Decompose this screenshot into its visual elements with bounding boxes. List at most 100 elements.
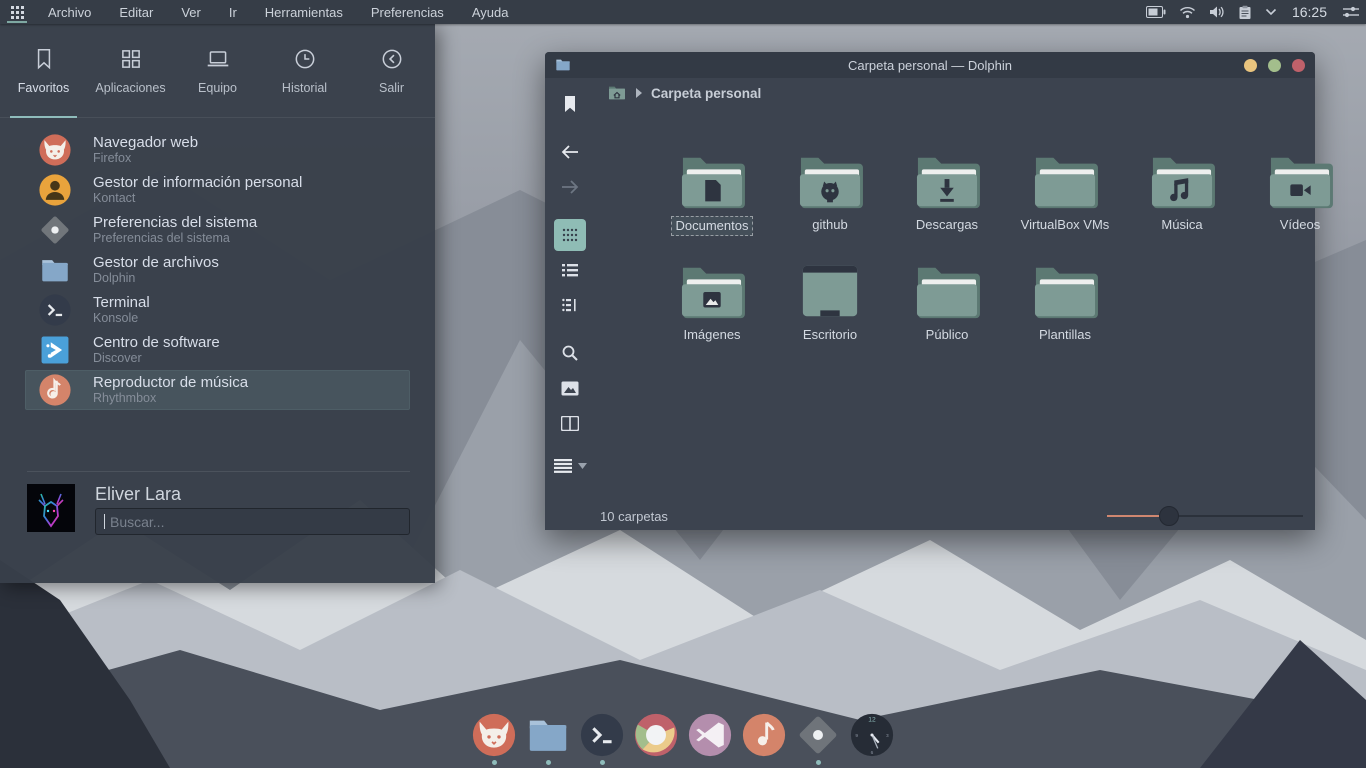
- system-settings-icon: [795, 712, 841, 758]
- dock-vscode[interactable]: [686, 712, 734, 765]
- dock-dolphin[interactable]: [524, 712, 572, 765]
- tab-label: Equipo: [198, 81, 237, 95]
- app-item-discover[interactable]: Centro de software Discover: [25, 330, 410, 370]
- titlebar[interactable]: Carpeta personal — Dolphin: [545, 52, 1315, 78]
- tab-equipo[interactable]: Equipo: [174, 24, 261, 117]
- wifi-icon[interactable]: [1179, 6, 1196, 19]
- preview-button[interactable]: [554, 372, 586, 404]
- sliders-icon[interactable]: [1342, 5, 1360, 19]
- running-indicator: [492, 760, 497, 765]
- folder-descargas[interactable]: Descargas: [891, 150, 1003, 234]
- running-indicator: [600, 760, 605, 765]
- hamburger-menu-button[interactable]: [554, 459, 587, 473]
- split-view-button[interactable]: [554, 407, 586, 439]
- menu-preferencias[interactable]: Preferencias: [371, 5, 444, 20]
- folder-escritorio[interactable]: Escritorio: [774, 260, 886, 344]
- clipboard-icon[interactable]: [1238, 5, 1252, 20]
- folder-musica[interactable]: Música: [1126, 150, 1238, 234]
- clock[interactable]: 16:25: [1292, 4, 1327, 20]
- menu-herramientas[interactable]: Herramientas: [265, 5, 343, 20]
- app-item-firefox[interactable]: Navegador web Firefox: [25, 130, 410, 170]
- dock-system-settings[interactable]: [794, 712, 842, 765]
- status-text: 10 carpetas: [600, 509, 668, 524]
- breadcrumb[interactable]: Carpeta personal: [595, 78, 1315, 108]
- search-button[interactable]: [554, 337, 586, 369]
- folder-videos[interactable]: Vídeos: [1244, 150, 1356, 234]
- folder-label: VirtualBox VMs: [1017, 216, 1114, 234]
- forward-button[interactable]: [554, 171, 586, 203]
- tab-aplicaciones[interactable]: Aplicaciones: [87, 24, 174, 117]
- dock-chromium[interactable]: [632, 712, 680, 765]
- app-item-rhythmbox[interactable]: Reproductor de música Rhythmbox: [25, 370, 410, 410]
- tab-historial[interactable]: Historial: [261, 24, 348, 117]
- icons-view-button[interactable]: [554, 219, 586, 251]
- forward-icon: [560, 179, 580, 195]
- tab-favoritos[interactable]: Favoritos: [0, 24, 87, 117]
- app-title: Gestor de archivos: [93, 254, 219, 271]
- window-folder-icon: [555, 58, 571, 72]
- folder-documentos[interactable]: Documentos: [656, 150, 768, 236]
- zoom-slider[interactable]: [1107, 506, 1303, 526]
- app-item-konsole[interactable]: Terminal Konsole: [25, 290, 410, 330]
- window-title: Carpeta personal — Dolphin: [545, 58, 1315, 73]
- app-item-kontact[interactable]: Gestor de información personal Kontact: [25, 170, 410, 210]
- tab-salir[interactable]: Salir: [348, 24, 435, 117]
- app-item-preferencias[interactable]: Preferencias del sistema Preferencias de…: [25, 210, 410, 250]
- volume-icon[interactable]: [1209, 5, 1225, 19]
- back-button[interactable]: [554, 136, 586, 168]
- dock-rhythmbox[interactable]: [740, 712, 788, 765]
- list-view-icon: [561, 262, 579, 278]
- app-subtitle: Konsole: [93, 311, 150, 325]
- folder-label: Descargas: [912, 216, 982, 234]
- search-box[interactable]: [95, 508, 410, 535]
- dock-clock-widget[interactable]: 12 3 6 9: [848, 712, 896, 765]
- chevron-down-icon[interactable]: [1265, 8, 1277, 16]
- places-bookmark-button[interactable]: [554, 88, 586, 120]
- global-menu: Archivo Editar Ver Ir Herramientas Prefe…: [48, 5, 508, 20]
- battery-icon[interactable]: [1146, 6, 1166, 18]
- dock-konsole[interactable]: [578, 712, 626, 765]
- slider-knob[interactable]: [1159, 506, 1179, 526]
- caret-down-icon: [578, 463, 587, 469]
- folder-github[interactable]: github: [774, 150, 886, 234]
- chromium-icon: [633, 712, 679, 758]
- app-subtitle: Dolphin: [93, 271, 219, 285]
- analog-clock-icon: 12 3 6 9: [849, 712, 895, 758]
- dock-firefox[interactable]: [470, 712, 518, 765]
- maximize-button[interactable]: [1268, 59, 1281, 72]
- menu-ayuda[interactable]: Ayuda: [472, 5, 509, 20]
- svg-text:6: 6: [871, 750, 874, 756]
- preview-icon: [561, 381, 579, 396]
- menu-ir[interactable]: Ir: [229, 5, 237, 20]
- close-button[interactable]: [1292, 59, 1305, 72]
- folder-label: Vídeos: [1276, 216, 1324, 234]
- search-input[interactable]: [108, 513, 401, 531]
- svg-text:12: 12: [868, 717, 876, 724]
- menu-archivo[interactable]: Archivo: [48, 5, 91, 20]
- folder-plantillas[interactable]: Plantillas: [1009, 260, 1121, 344]
- document-glyph: [705, 180, 721, 201]
- app-launcher-button[interactable]: [0, 0, 34, 24]
- system-tray: 16:25: [1146, 4, 1366, 20]
- menu-ver[interactable]: Ver: [181, 5, 201, 20]
- app-item-dolphin[interactable]: Gestor de archivos Dolphin: [25, 250, 410, 290]
- folder-publico[interactable]: Público: [891, 260, 1003, 344]
- menu-icon: [554, 459, 572, 473]
- image-glyph: [703, 292, 720, 308]
- menu-editar[interactable]: Editar: [119, 5, 153, 20]
- folder-label: Escritorio: [799, 326, 861, 344]
- compact-view-icon: [561, 297, 579, 313]
- avatar[interactable]: [27, 484, 75, 532]
- tab-label: Aplicaciones: [95, 81, 165, 95]
- breadcrumb-label[interactable]: Carpeta personal: [651, 86, 761, 101]
- compact-view-button[interactable]: [554, 289, 586, 321]
- folder-imagenes[interactable]: Imágenes: [656, 260, 768, 344]
- split-icon: [561, 416, 579, 431]
- svg-text:3: 3: [886, 733, 889, 739]
- minimize-button[interactable]: [1244, 59, 1257, 72]
- list-view-button[interactable]: [554, 254, 586, 286]
- statusbar: 10 carpetas: [545, 502, 1315, 530]
- user-area: Eliver Lara: [0, 484, 410, 559]
- folder-virtualbox-vms[interactable]: VirtualBox VMs: [1009, 150, 1121, 234]
- konsole-icon: [38, 293, 72, 327]
